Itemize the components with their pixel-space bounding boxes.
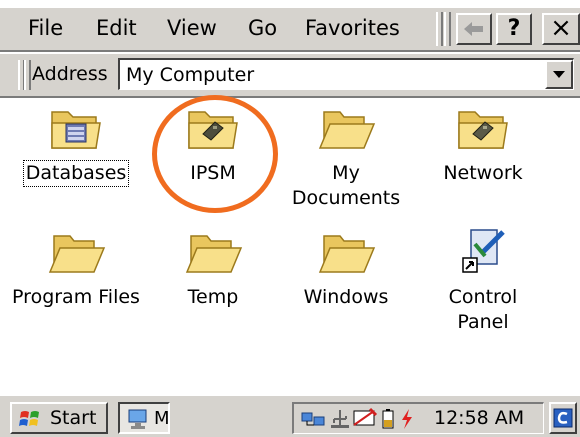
address-input[interactable]: My Computer xyxy=(118,58,574,90)
menu-edit[interactable]: Edit xyxy=(96,16,137,40)
desktop-icon xyxy=(553,408,573,428)
usb-icon[interactable] xyxy=(328,407,352,431)
help-button[interactable]: ? xyxy=(496,13,532,45)
folder-database-icon xyxy=(46,98,106,158)
clock[interactable]: 12:58 AM xyxy=(434,407,524,429)
address-value: My Computer xyxy=(126,64,255,86)
menu-bar: File Edit View Go Favorites ? × xyxy=(0,6,580,52)
menu-go[interactable]: Go xyxy=(248,16,277,40)
dropdown-arrow-icon xyxy=(553,71,565,78)
item-databases[interactable]: Databases xyxy=(11,98,141,187)
close-button[interactable]: × xyxy=(542,13,580,45)
stylus-no-input-icon[interactable] xyxy=(352,407,378,431)
system-tray: 12:58 AM xyxy=(292,402,544,434)
toolbar-grip[interactable] xyxy=(436,12,443,46)
item-windows[interactable]: Windows xyxy=(281,222,411,310)
folder-icon xyxy=(183,222,243,282)
item-label-line2: Panel xyxy=(457,311,509,333)
menu-view[interactable]: View xyxy=(167,16,217,40)
file-view: Databases IPSM My Documents Network Prog… xyxy=(0,95,580,394)
my-computer-icon xyxy=(128,409,147,429)
address-bar: Address My Computer xyxy=(0,54,580,98)
back-arrow-icon xyxy=(464,22,483,36)
network-connection-icon[interactable] xyxy=(300,407,326,431)
menu-favorites[interactable]: Favorites xyxy=(305,16,400,40)
taskbar: Start M 12:58 AM xyxy=(0,394,580,437)
item-label-line1: Control xyxy=(448,286,518,308)
item-program-files[interactable]: Program Files xyxy=(11,222,141,310)
item-label: Program Files xyxy=(12,286,140,308)
back-button[interactable] xyxy=(456,13,492,45)
folder-network-icon xyxy=(453,98,513,158)
item-network[interactable]: Network xyxy=(418,98,548,186)
taskbar-window-button[interactable]: M xyxy=(118,402,170,434)
windows-flag-icon xyxy=(19,411,39,426)
highlight-circle xyxy=(152,95,278,213)
toolbar-grip[interactable] xyxy=(444,12,451,46)
item-label: Windows xyxy=(303,286,389,308)
taskbar-window-label: M xyxy=(154,408,170,429)
desktop-button[interactable] xyxy=(549,402,577,434)
address-grip[interactable] xyxy=(24,60,31,90)
item-label: Network xyxy=(443,162,523,184)
address-label: Address xyxy=(32,63,108,85)
folder-icon xyxy=(316,222,376,282)
folder-icon xyxy=(316,98,376,158)
item-temp[interactable]: Temp xyxy=(148,222,278,310)
menu-file[interactable]: File xyxy=(28,16,63,40)
item-label-line1: My xyxy=(332,162,360,184)
item-label: Temp xyxy=(187,286,239,308)
folder-icon xyxy=(46,222,106,282)
power-lightning-icon[interactable] xyxy=(398,407,416,431)
control-panel-icon xyxy=(453,222,513,282)
item-label-line2: Documents xyxy=(291,187,401,209)
address-dropdown-button[interactable] xyxy=(545,60,573,89)
start-button[interactable]: Start xyxy=(10,402,108,434)
item-my-documents[interactable]: My Documents xyxy=(281,98,411,211)
pocket-pc-screen: File Edit View Go Favorites ? × Address … xyxy=(0,0,580,437)
item-label: Databases xyxy=(22,160,130,187)
battery-icon[interactable] xyxy=(380,407,398,431)
start-label: Start xyxy=(50,407,97,429)
item-control-panel[interactable]: Control Panel xyxy=(418,222,548,335)
